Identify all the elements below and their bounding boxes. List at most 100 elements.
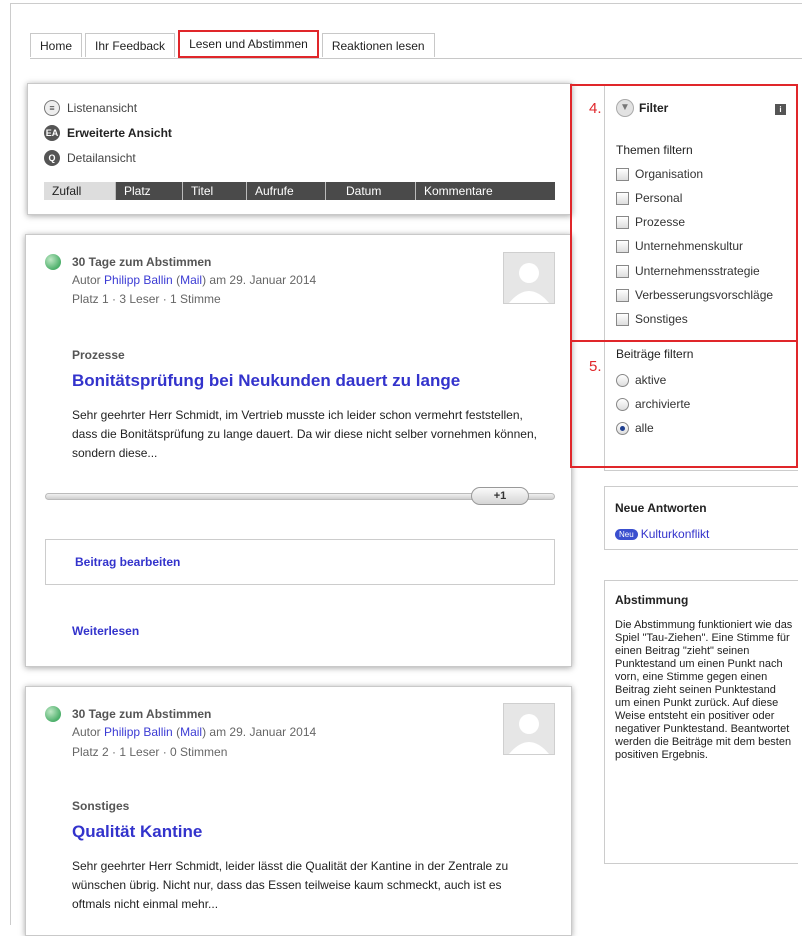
upvote-button[interactable]: +1	[471, 487, 529, 505]
tab-reaktionen-lesen[interactable]: Reaktionen lesen	[321, 33, 435, 57]
extended-view-icon: EA	[44, 125, 60, 141]
sort-platz[interactable]: Platz	[116, 182, 183, 200]
funnel-icon: ▼	[616, 99, 634, 117]
radio-button[interactable]	[616, 373, 629, 387]
checkbox[interactable]	[616, 239, 629, 253]
checkbox[interactable]	[616, 288, 629, 302]
checkbox[interactable]	[616, 215, 629, 229]
theme-checkbox-unternehmenskultur[interactable]: Unternehmenskultur	[616, 239, 743, 253]
tab-home[interactable]: Home	[30, 33, 83, 57]
post-category: Prozesse	[72, 348, 125, 362]
radio-label: archivierte	[635, 397, 691, 411]
filter-title: Filter	[639, 101, 669, 115]
edit-post-link[interactable]: Beitrag bearbeiten	[75, 555, 180, 569]
post-author-line: Autor Philipp Ballin (Mail) am 29. Janua…	[72, 725, 316, 739]
theme-label: Unternehmensstrategie	[635, 264, 760, 278]
post-filter-radio-alle[interactable]: alle	[616, 421, 654, 435]
post-category: Sonstiges	[72, 799, 130, 813]
view-extended-option[interactable]: EA Erweiterte Ansicht	[44, 125, 172, 141]
theme-checkbox-unternehmensstrategie[interactable]: Unternehmensstrategie	[616, 264, 760, 278]
view-extended-label: Erweiterte Ansicht	[67, 126, 172, 140]
theme-label: Organisation	[635, 167, 704, 181]
view-options-card: ≡ Listenansicht EA Erweiterte Ansicht Q …	[27, 83, 572, 215]
sort-bar: Zufall Platz Titel Aufrufe Datum Komment…	[44, 182, 555, 200]
sort-titel[interactable]: Titel	[183, 182, 247, 200]
sort-zufall[interactable]: Zufall	[44, 182, 116, 200]
magnifier-icon: Q	[44, 150, 60, 166]
post-excerpt: Sehr geehrter Herr Schmidt, leider lässt…	[72, 859, 509, 911]
view-list-option[interactable]: ≡ Listenansicht	[44, 100, 137, 116]
theme-checkbox-prozesse[interactable]: Prozesse	[616, 215, 685, 229]
checkbox[interactable]	[616, 167, 629, 181]
post-date: ) am 29. Januar 2014	[202, 725, 317, 739]
view-detail-label: Detailansicht	[67, 151, 136, 165]
new-answers-title: Neue Antworten	[615, 501, 707, 515]
answer-link-kulturkonflikt[interactable]: Neu Kulturkonflikt	[615, 527, 709, 541]
theme-label: Sonstiges	[635, 312, 688, 326]
voting-title: Abstimmung	[615, 593, 689, 607]
mail-link[interactable]: Mail	[180, 273, 202, 287]
edit-box: Beitrag bearbeiten	[45, 539, 555, 585]
radio-button[interactable]	[616, 421, 629, 435]
status-dot-icon	[45, 706, 61, 722]
frame-left-border	[10, 3, 11, 925]
tab-lesen-und-abstimmen[interactable]: Lesen und Abstimmen	[178, 30, 319, 58]
mail-open: (	[172, 273, 181, 287]
voting-info-panel: Abstimmung Die Abstimmung funktioniert w…	[604, 580, 798, 864]
sort-kommentare[interactable]: Kommentare	[416, 182, 555, 200]
post-title[interactable]: Qualität Kantine	[72, 822, 202, 842]
checkbox[interactable]	[616, 312, 629, 326]
theme-checkbox-organisation[interactable]: Organisation	[616, 167, 703, 181]
info-icon[interactable]: i	[775, 104, 786, 115]
mail-open: (	[172, 725, 181, 739]
tabs-divider	[30, 58, 802, 59]
answer-title: Kulturkonflikt	[640, 527, 710, 541]
avatar	[503, 703, 555, 755]
post-author-line: Autor Philipp Ballin (Mail) am 29. Janua…	[72, 273, 316, 287]
status-dot-icon	[45, 254, 61, 270]
sort-datum[interactable]: Datum	[326, 182, 416, 200]
checkbox[interactable]	[616, 264, 629, 278]
avatar	[503, 252, 555, 304]
post-card: 30 Tage zum Abstimmen Autor Philipp Ball…	[25, 686, 572, 936]
theme-checkbox-verbesserungsvorschlaege[interactable]: Verbesserungsvorschläge	[616, 288, 773, 302]
view-detail-option[interactable]: Q Detailansicht	[44, 150, 136, 166]
person-placeholder-icon	[509, 714, 549, 754]
sort-aufrufe[interactable]: Aufrufe	[247, 182, 326, 200]
radio-button[interactable]	[616, 397, 629, 411]
checkbox[interactable]	[616, 191, 629, 205]
post-stats: Platz 1 · 3 Leser · 1 Stimme	[72, 292, 221, 306]
theme-label: Prozesse	[635, 215, 686, 229]
theme-checkbox-personal[interactable]: Personal	[616, 191, 682, 205]
filter-heading: ▼ Filter	[616, 99, 668, 117]
author-prefix: Autor	[72, 273, 105, 287]
radio-label: alle	[635, 421, 654, 435]
theme-label: Unternehmenskultur	[635, 239, 744, 253]
post-excerpt: Sehr geehrter Herr Schmidt, im Vertrieb …	[72, 408, 537, 460]
post-filter-radio-archivierte[interactable]: archivierte	[616, 397, 690, 411]
voting-description: Die Abstimmung funktioniert wie das Spie…	[615, 619, 793, 761]
theme-checkbox-sonstiges[interactable]: Sonstiges	[616, 312, 688, 326]
author-prefix: Autor	[72, 725, 105, 739]
read-more-link[interactable]: Weiterlesen	[72, 624, 139, 638]
list-icon: ≡	[44, 100, 60, 116]
post-stats: Platz 2 · 1 Leser · 0 Stimmen	[72, 745, 228, 759]
posts-filter-title: Beiträge filtern	[616, 347, 694, 361]
new-answers-panel: Neue Antworten Neu Kulturkonflikt	[604, 486, 798, 550]
author-link[interactable]: Philipp Ballin	[104, 725, 173, 739]
post-card: 30 Tage zum Abstimmen Autor Philipp Ball…	[25, 234, 572, 667]
post-date: ) am 29. Januar 2014	[202, 273, 317, 287]
main-tabs: Home Ihr Feedback Lesen und Abstimmen Re…	[30, 30, 438, 58]
annotation-number-4: 4.	[589, 100, 602, 117]
post-title[interactable]: Bonitätsprüfung bei Neukunden dauert zu …	[72, 371, 460, 391]
mail-link[interactable]: Mail	[180, 725, 202, 739]
radio-label: aktive	[635, 373, 667, 387]
post-status: 30 Tage zum Abstimmen	[72, 255, 212, 269]
person-placeholder-icon	[509, 263, 549, 303]
post-filter-radio-aktive[interactable]: aktive	[616, 373, 666, 387]
tab-ihr-feedback[interactable]: Ihr Feedback	[85, 33, 176, 57]
frame-top-border	[10, 3, 802, 4]
author-link[interactable]: Philipp Ballin	[104, 273, 173, 287]
themes-filter-title: Themen filtern	[616, 143, 693, 157]
theme-label: Verbesserungsvorschläge	[635, 288, 774, 302]
